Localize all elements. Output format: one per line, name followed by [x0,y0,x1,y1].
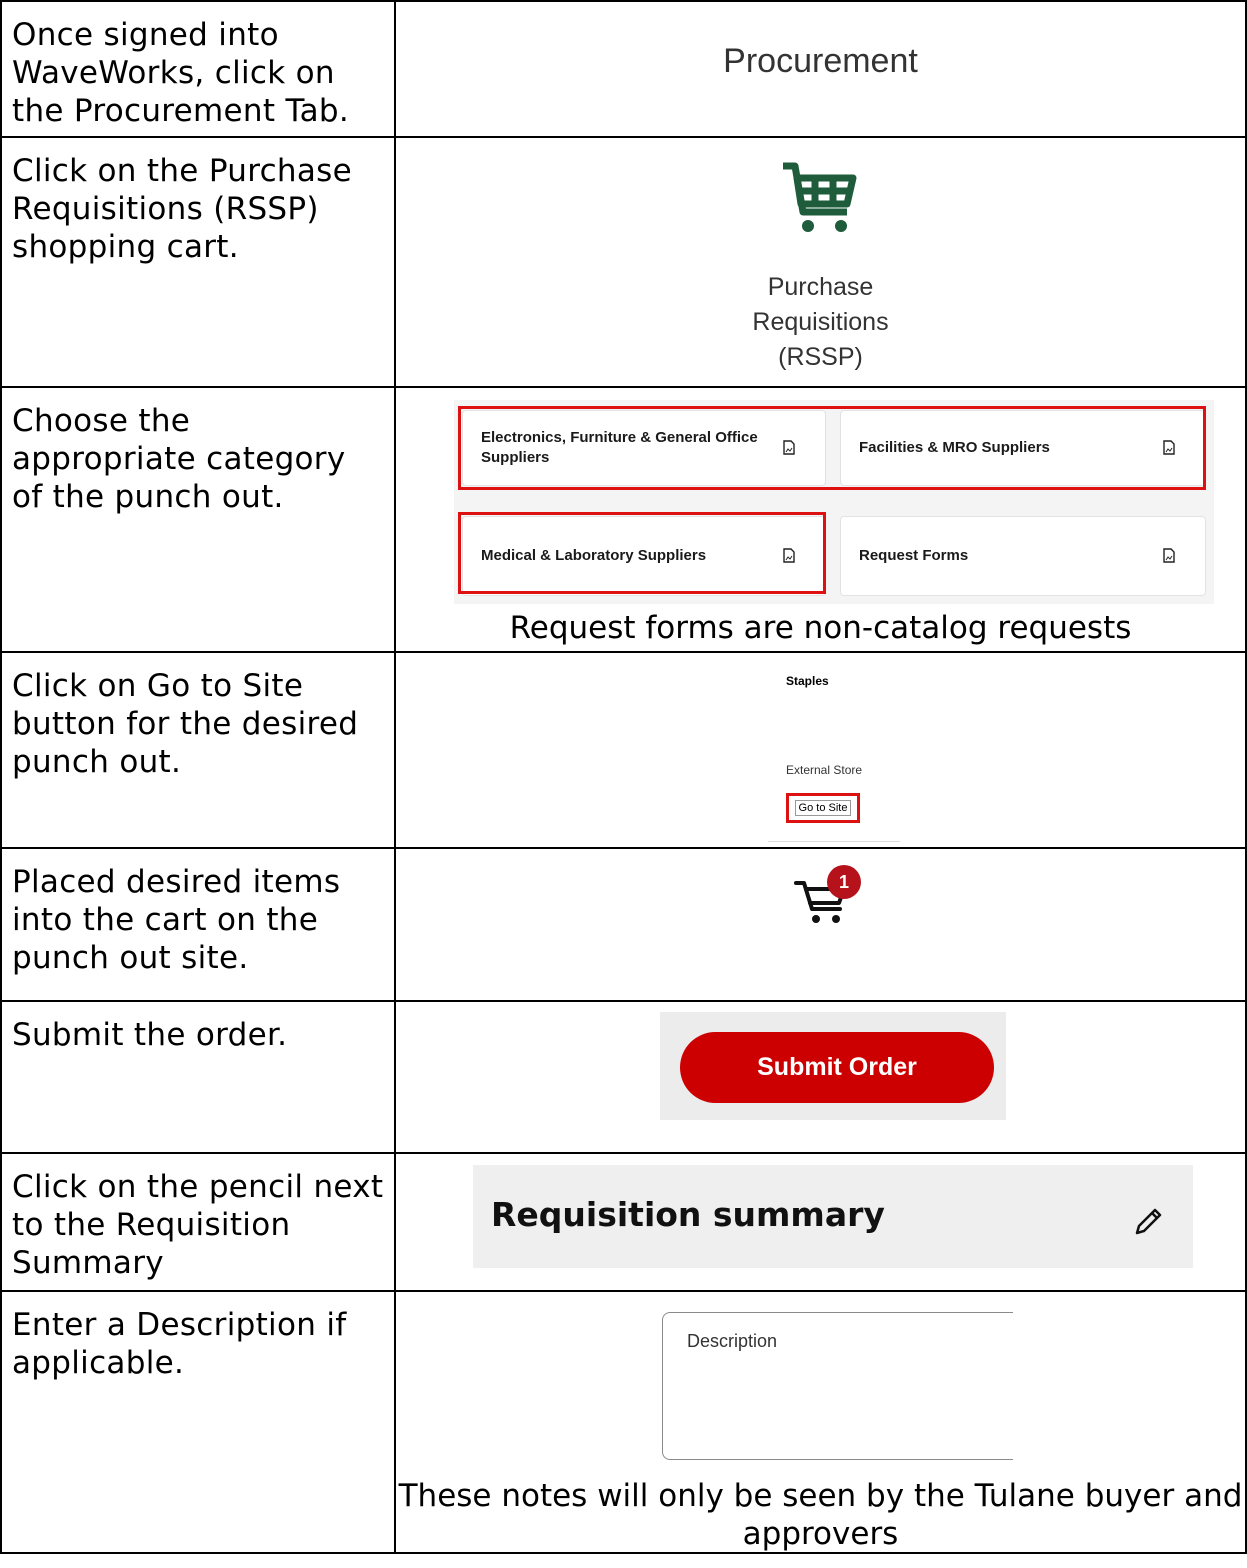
store-name: Staples [786,674,829,688]
label-line: (RSSP) [778,343,863,371]
submit-panel: Submit Order [660,1012,1006,1120]
step-instruction: Choose the appropriate category of the p… [0,386,396,653]
category-label: Request Forms [859,547,969,564]
requisition-summary-panel: Requisition summary [473,1165,1193,1268]
step-row-6: Submit the order. Submit Order [0,1000,1247,1154]
step-row-5: Placed desired items into the cart on th… [0,847,1247,1002]
step-instruction: Click on the pencil next to the Requisit… [0,1152,396,1292]
instruction-table: Once signed into WaveWorks, click on the… [0,0,1247,1554]
step-row-1: Once signed into WaveWorks, click on the… [0,0,1247,138]
step-instruction: Placed desired items into the cart on th… [0,847,396,1002]
go-to-site-button[interactable]: Go to Site [786,793,860,823]
highlight-box [458,512,826,594]
step-row-8: Enter a Description if applicable. Descr… [0,1290,1247,1554]
submit-order-button[interactable]: Submit Order [680,1032,994,1103]
step-screenshot: 1 [394,847,1247,1002]
label-line: Requisitions [752,308,889,336]
step-instruction: Once signed into WaveWorks, click on the… [0,0,396,138]
pencil-icon[interactable] [1131,1205,1165,1239]
step-instruction: Click on Go to Site button for the desir… [0,651,396,849]
procurement-tab[interactable]: Procurement [396,42,1245,81]
category-card-request-forms[interactable]: Request Forms [840,516,1206,596]
cart-count-badge: 1 [827,865,861,899]
step-row-4: Click on Go to Site button for the desir… [0,651,1247,849]
step-screenshot: Procurement [394,0,1247,138]
requisition-summary-title: Requisition summary [491,1195,885,1234]
purchase-requisitions-label[interactable]: Purchase Requisitions (RSSP) [396,270,1245,375]
highlight-box [458,406,1206,490]
step-screenshot: Requisition summary [394,1152,1247,1292]
step-screenshot: Staples External Store Go to Site [394,651,1247,849]
step-screenshot: Electronics, Furniture & General Office … [394,386,1247,653]
shopping-cart-icon[interactable] [781,158,861,238]
step-row-2: Click on the Purchase Requisitions (RSSP… [0,136,1247,388]
label-line: Purchase [767,273,874,301]
divider [768,841,900,842]
document-icon [1163,548,1175,563]
step-screenshot: Purchase Requisitions (RSSP) [394,136,1247,388]
step-instruction: Enter a Description if applicable. [0,1290,396,1554]
category-grid: Electronics, Furniture & General Office … [454,400,1214,604]
step-screenshot: Submit Order [394,1000,1247,1154]
description-label: Description [687,1331,778,1351]
description-field[interactable]: Description [662,1312,1013,1460]
step-screenshot: Description These notes will only be see… [394,1290,1247,1554]
step-row-3: Choose the appropriate category of the p… [0,386,1247,653]
step-row-7: Click on the pencil next to the Requisit… [0,1152,1247,1292]
category-note: Request forms are non-catalog requests [509,610,1132,646]
step-instruction: Click on the Purchase Requisitions (RSSP… [0,136,396,388]
store-type: External Store [786,763,863,777]
step-instruction: Submit the order. [0,1000,396,1154]
go-to-site-label: Go to Site [794,800,852,816]
description-note: These notes will only be seen by the Tul… [398,1478,1243,1552]
